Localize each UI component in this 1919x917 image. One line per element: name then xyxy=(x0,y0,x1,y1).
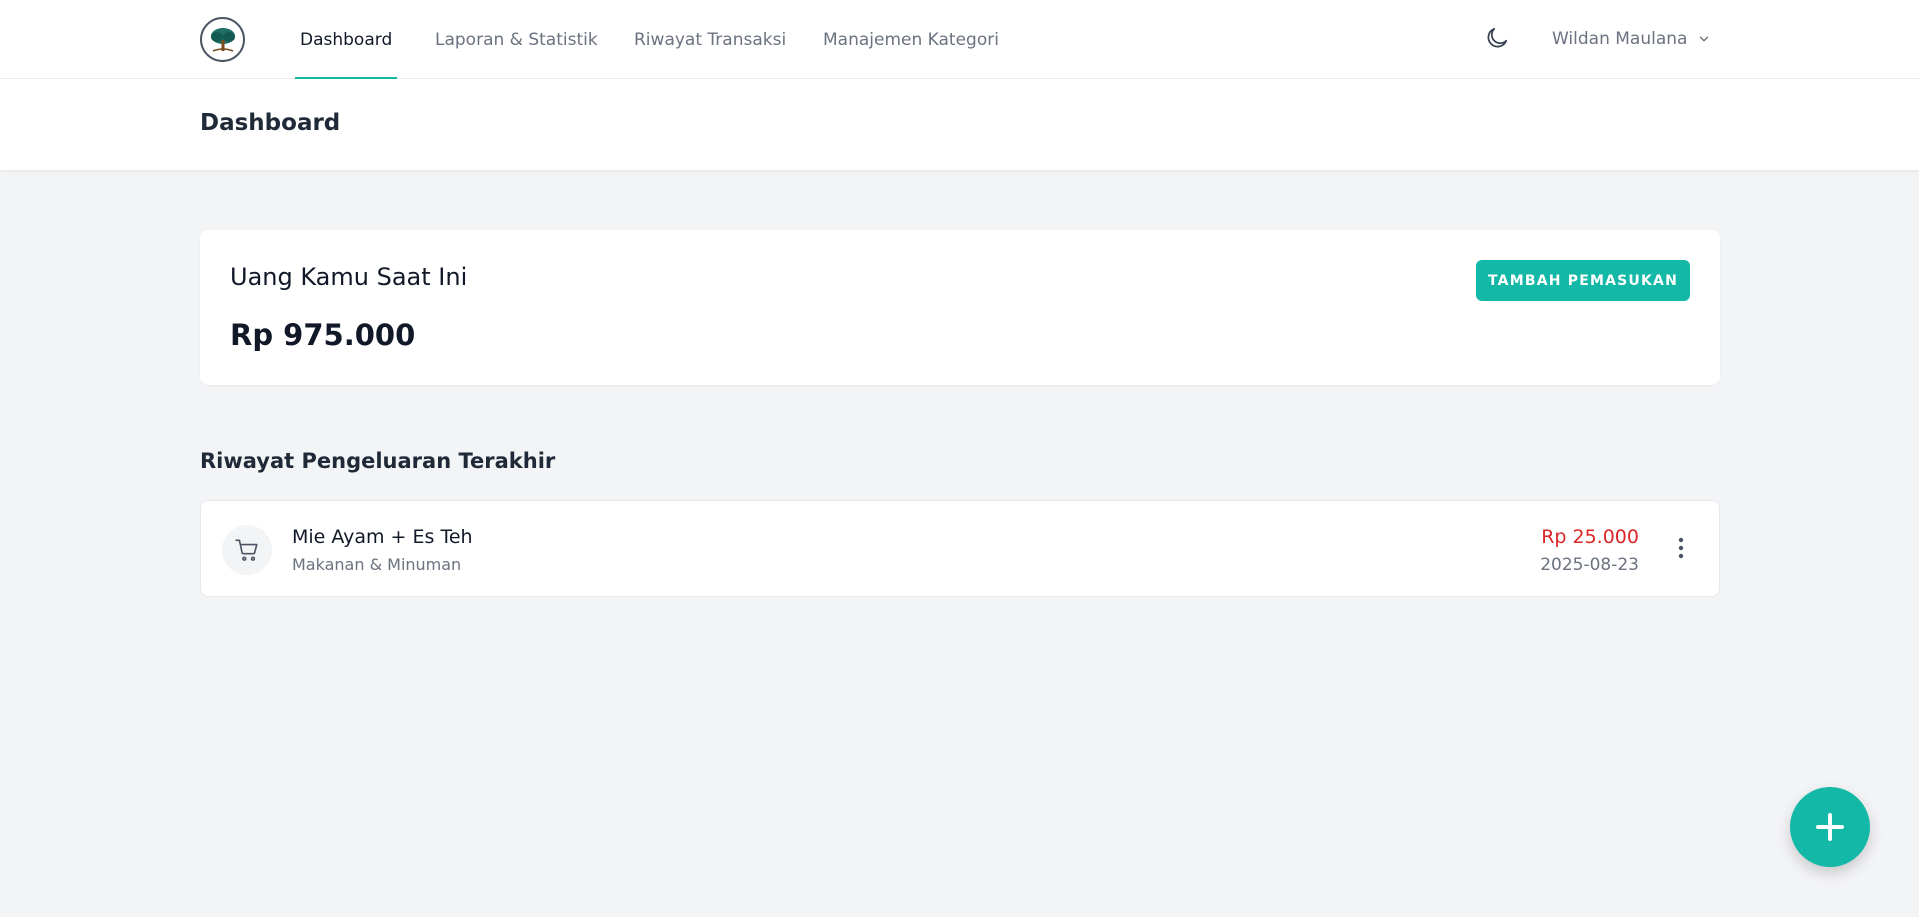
category-icon-wrapper xyxy=(222,525,272,575)
balance-amount: Rp 975.000 xyxy=(230,318,416,352)
tree-logo-icon xyxy=(205,22,240,57)
shopping-cart-icon xyxy=(235,539,258,561)
expense-date: 2025-08-23 xyxy=(1540,555,1639,575)
nav-laporan-statistik[interactable]: Laporan & Statistik xyxy=(435,0,598,79)
expense-amount: Rp 25.000 xyxy=(1541,526,1639,548)
list-item[interactable]: Mie Ayam + Es Teh Makanan & Minuman Rp 2… xyxy=(201,501,1719,596)
moon-icon xyxy=(1487,27,1508,48)
expense-name: Mie Ayam + Es Teh xyxy=(292,526,473,548)
balance-label: Uang Kamu Saat Ini xyxy=(230,263,468,291)
expense-history-title: Riwayat Pengeluaran Terakhir xyxy=(200,449,556,473)
page-title: Dashboard xyxy=(200,110,341,136)
nav-manajemen-kategori[interactable]: Manajemen Kategori xyxy=(823,0,999,79)
theme-toggle-button[interactable] xyxy=(1482,23,1512,53)
chevron-down-icon xyxy=(1700,36,1709,42)
add-income-button[interactable]: TAMBAH PEMASUKAN xyxy=(1476,260,1690,301)
user-menu-dropdown[interactable]: Wildan Maulana xyxy=(1552,24,1711,54)
expense-list: Mie Ayam + Es Teh Makanan & Minuman Rp 2… xyxy=(200,500,1720,597)
plus-icon xyxy=(1816,813,1844,841)
app-logo[interactable] xyxy=(200,17,245,62)
nav-riwayat-transaksi[interactable]: Riwayat Transaksi xyxy=(634,0,786,79)
more-options-button[interactable] xyxy=(1671,533,1691,563)
page-header: Dashboard xyxy=(0,79,1919,170)
kebab-menu-icon xyxy=(1678,537,1684,559)
add-transaction-fab[interactable] xyxy=(1790,787,1870,867)
balance-card: Uang Kamu Saat Ini Rp 975.000 TAMBAH PEM… xyxy=(200,230,1720,385)
user-name: Wildan Maulana xyxy=(1552,29,1688,49)
top-navbar: Dashboard Laporan & Statistik Riwayat Tr… xyxy=(0,0,1919,79)
nav-dashboard[interactable]: Dashboard xyxy=(294,0,398,79)
expense-category: Makanan & Minuman xyxy=(292,555,462,574)
